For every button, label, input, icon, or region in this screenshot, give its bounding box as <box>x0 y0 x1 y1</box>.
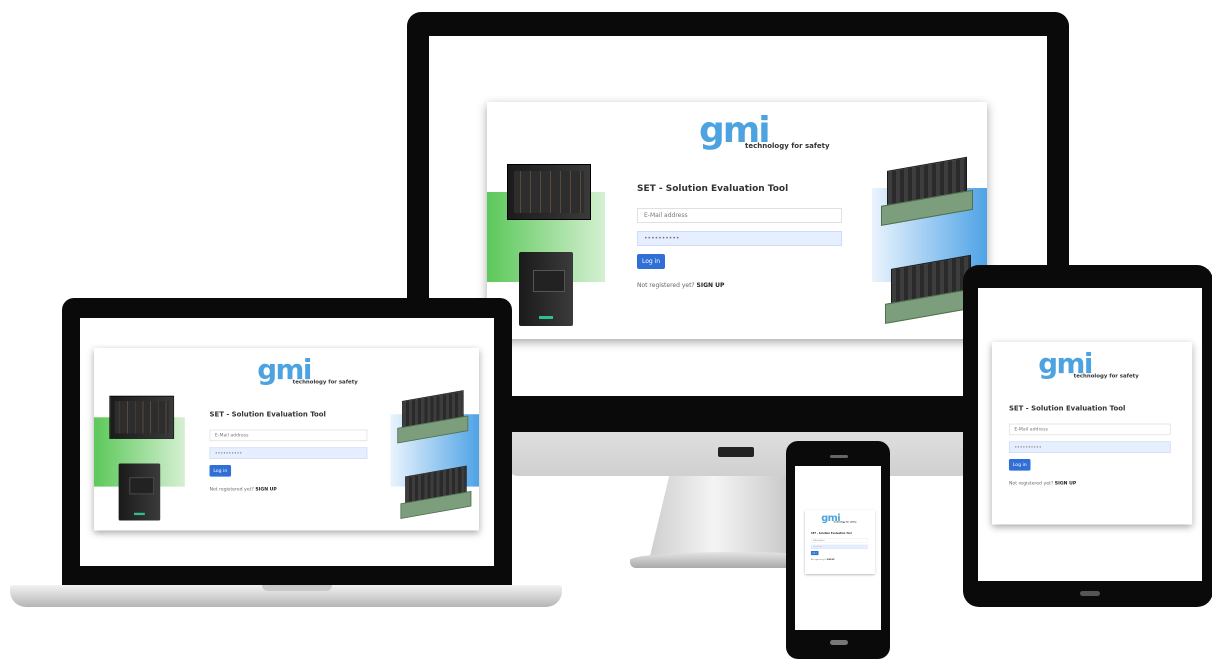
signup-row: Not registered yet? SIGN UP <box>637 282 724 289</box>
password-input[interactable]: •••••••••• <box>637 231 842 246</box>
monitor-screen: gmi technology for safety SET - Solution… <box>429 36 1047 396</box>
logo-tagline: technology for safety <box>1073 372 1139 379</box>
rack-hardware-image <box>507 164 591 220</box>
page-title: SET - Solution Evaluation Tool <box>810 532 852 535</box>
signup-row: Not registered yet? SIGN UP <box>210 487 277 492</box>
signup-link[interactable]: SIGN UP <box>1055 481 1076 486</box>
password-input[interactable]: •••••••••• <box>209 447 368 459</box>
signup-link[interactable]: SIGN UP <box>827 559 835 561</box>
laptop-screen: gmi technology for safety SET - Solution… <box>80 318 494 566</box>
signup-link[interactable]: SIGN UP <box>255 487 276 492</box>
signup-prompt: Not registered yet? <box>637 282 695 289</box>
phone-screen: gmi technology for safety SET - Solution… <box>795 466 881 630</box>
logo-tagline: technology for safety <box>292 378 358 385</box>
password-input[interactable]: •••••••••• <box>1008 441 1171 453</box>
email-input[interactable]: E-Mail address <box>637 208 842 223</box>
login-button[interactable]: Log in <box>1008 459 1031 471</box>
login-card: gmi technology for safety SET - Solution… <box>805 510 876 574</box>
page-title: SET - Solution Evaluation Tool <box>637 184 789 194</box>
logo-tagline: technology for safety <box>745 142 830 150</box>
laptop-notch <box>262 585 332 591</box>
signup-prompt: Not registered yet? <box>810 558 827 561</box>
logo-tagline: technology for safety <box>833 520 857 523</box>
login-button[interactable]: Log in <box>810 551 819 556</box>
phone-speaker <box>830 455 848 458</box>
signup-row: Not registered yet? SIGN UP <box>811 559 835 561</box>
module-hardware-image <box>118 463 161 521</box>
page-title: SET - Solution Evaluation Tool <box>1008 405 1126 413</box>
login-button[interactable]: Log in <box>209 465 232 477</box>
gmi-logo: gmi technology for safety <box>1038 348 1146 384</box>
page-title: SET - Solution Evaluation Tool <box>209 411 326 419</box>
device-image-top <box>397 390 469 444</box>
password-input[interactable]: •••••••••• <box>810 544 868 549</box>
gmi-logo: gmi technology for safety <box>257 354 365 390</box>
signup-row: Not registered yet? SIGN UP <box>1009 481 1076 486</box>
monitor-logo-slot <box>718 447 754 457</box>
login-card: gmi technology for safety SET - Solution… <box>94 348 479 531</box>
rack-hardware-image <box>109 395 175 439</box>
signup-prompt: Not registered yet? <box>1008 480 1054 486</box>
tablet-screen: gmi technology for safety SET - Solution… <box>978 288 1202 581</box>
gmi-logo: gmi technology for safety <box>699 110 839 156</box>
phone-home-button <box>830 640 848 645</box>
tablet-home-button <box>1080 591 1100 596</box>
email-input[interactable]: E-Mail address <box>810 538 868 543</box>
module-hardware-image <box>519 252 573 326</box>
device-image-top <box>881 156 973 226</box>
email-input[interactable]: E-Mail address <box>1008 423 1171 436</box>
login-card: gmi technology for safety SET - Solution… <box>992 342 1193 525</box>
email-input[interactable]: E-Mail address <box>209 429 368 442</box>
login-card: gmi technology for safety SET - Solution… <box>487 102 987 339</box>
login-button[interactable]: Log in <box>637 254 665 269</box>
signup-link[interactable]: SIGN UP <box>697 282 725 289</box>
signup-prompt: Not registered yet? <box>209 486 254 492</box>
gmi-logo: gmi technology for safety <box>821 512 859 525</box>
